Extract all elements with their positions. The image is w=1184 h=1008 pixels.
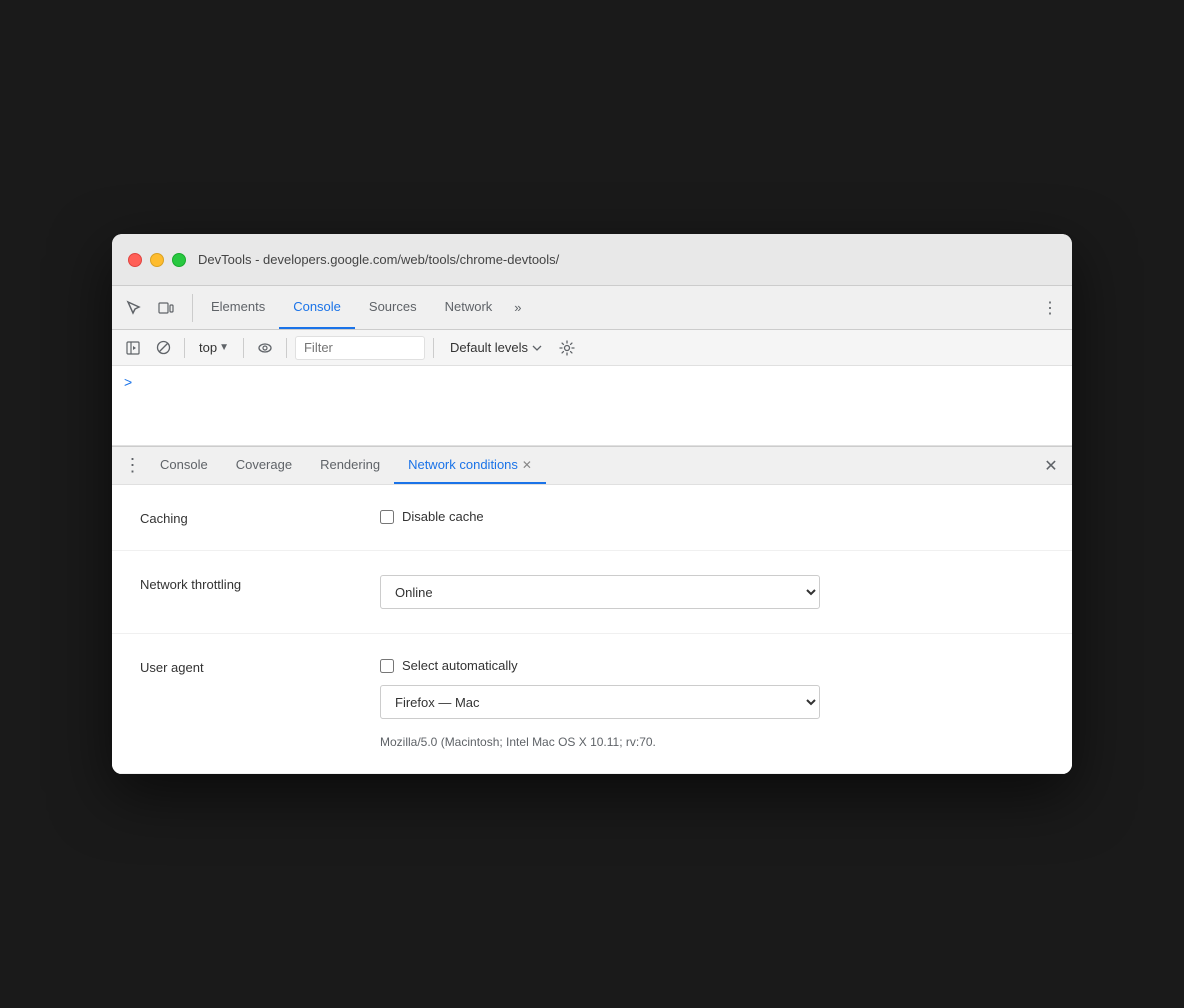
toolbar-separator-2	[243, 338, 244, 358]
close-network-conditions-tab[interactable]: ✕	[522, 458, 532, 472]
select-auto-label[interactable]: Select automatically	[402, 658, 518, 673]
maximize-button[interactable]	[172, 253, 186, 267]
network-conditions-content: Caching Disable cache Network throttling…	[112, 485, 1072, 774]
throttling-row: Network throttling Online Fast 3G Slow 3…	[112, 551, 1072, 634]
select-auto-row: Select automatically	[380, 658, 1044, 673]
select-auto-checkbox[interactable]	[380, 659, 394, 673]
inspect-element-button[interactable]	[120, 294, 148, 322]
user-agent-row: User agent Select automatically Firefox …	[112, 634, 1072, 774]
device-toolbar-button[interactable]	[152, 294, 180, 322]
console-content: >	[112, 366, 1072, 446]
tab-console[interactable]: Console	[279, 286, 355, 329]
drawer-tab-network-conditions[interactable]: Network conditions ✕	[394, 447, 546, 484]
traffic-lights	[128, 253, 186, 267]
tab-sources[interactable]: Sources	[355, 286, 431, 329]
live-expressions-button[interactable]	[252, 335, 278, 361]
drawer-more-button[interactable]: ⋮	[120, 453, 146, 479]
drawer: ⋮ Console Coverage Rendering Network con…	[112, 446, 1072, 774]
window-title: DevTools - developers.google.com/web/too…	[198, 252, 559, 267]
devtools-window: DevTools - developers.google.com/web/too…	[112, 234, 1072, 774]
sidebar-toggle-button[interactable]	[120, 335, 146, 361]
clear-console-button[interactable]	[150, 335, 176, 361]
disable-cache-label[interactable]: Disable cache	[402, 509, 484, 524]
toolbar-right: ⋮	[1036, 294, 1064, 322]
toolbar-separator-3	[286, 338, 287, 358]
user-agent-select[interactable]: Firefox — Mac Chrome — Mac Safari — Mac …	[380, 685, 820, 719]
caching-label: Caching	[140, 509, 380, 526]
drawer-tab-console[interactable]: Console	[146, 447, 222, 484]
settings-button[interactable]	[554, 335, 580, 361]
throttling-select[interactable]: Online Fast 3G Slow 3G Offline Add…	[380, 575, 820, 609]
drawer-tab-rendering[interactable]: Rendering	[306, 447, 394, 484]
toolbar-separator-4	[433, 338, 434, 358]
minimize-button[interactable]	[150, 253, 164, 267]
devtools-menu-button[interactable]: ⋮	[1036, 294, 1064, 322]
user-agent-label: User agent	[140, 658, 380, 675]
toolbar-icons	[120, 294, 193, 322]
console-toolbar: top ▼ Default levels	[112, 330, 1072, 366]
devtools-toolbar: Elements Console Sources Network » ⋮	[112, 286, 1072, 330]
user-agent-controls: Select automatically Firefox — Mac Chrom…	[380, 658, 1044, 749]
close-button[interactable]	[128, 253, 142, 267]
context-selector[interactable]: top ▼	[193, 336, 235, 359]
toolbar-separator	[184, 338, 185, 358]
throttling-controls: Online Fast 3G Slow 3G Offline Add…	[380, 575, 1044, 609]
chevron-down-icon	[532, 345, 542, 351]
caching-controls: Disable cache	[380, 509, 1044, 524]
drawer-tabs: ⋮ Console Coverage Rendering Network con…	[112, 447, 1072, 485]
filter-input[interactable]	[295, 336, 425, 360]
ua-string: Mozilla/5.0 (Macintosh; Intel Mac OS X 1…	[380, 735, 820, 749]
caching-row: Caching Disable cache	[112, 485, 1072, 551]
disable-cache-checkbox[interactable]	[380, 510, 394, 524]
disable-cache-row: Disable cache	[380, 509, 1044, 524]
title-bar: DevTools - developers.google.com/web/too…	[112, 234, 1072, 286]
close-drawer-button[interactable]: ✕	[1038, 453, 1064, 479]
log-levels-button[interactable]: Default levels	[442, 336, 550, 359]
more-tabs-button[interactable]: »	[506, 300, 529, 315]
tab-elements[interactable]: Elements	[197, 286, 279, 329]
tab-network[interactable]: Network	[431, 286, 507, 329]
drawer-tab-coverage[interactable]: Coverage	[222, 447, 306, 484]
console-prompt-chevron[interactable]: >	[124, 374, 132, 390]
devtools-tabs: Elements Console Sources Network »	[197, 286, 1036, 329]
throttling-label: Network throttling	[140, 575, 380, 592]
